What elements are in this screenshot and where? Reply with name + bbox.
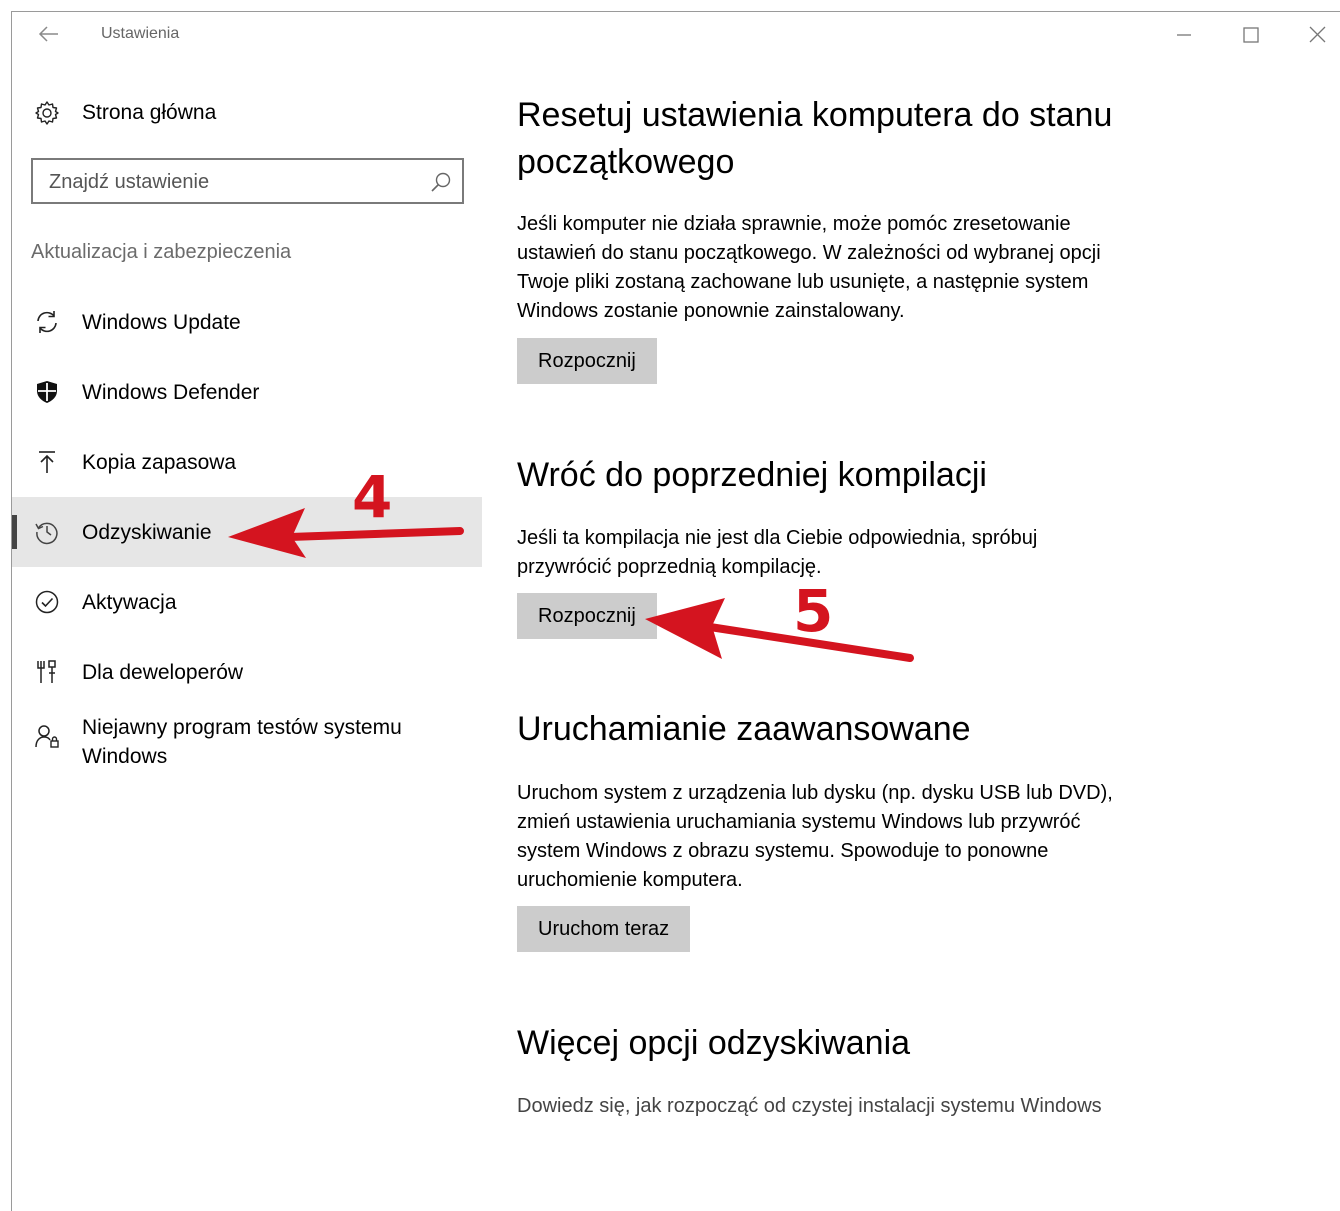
sidebar-item-label: Odzyskiwanie — [82, 520, 212, 544]
upload-arrow-icon — [34, 449, 60, 475]
section-title: Aktualizacja i zabezpieczenia — [31, 241, 292, 263]
reset-title: Resetuj ustawienia komputera do stanu po… — [517, 92, 1177, 186]
maximize-icon — [1243, 27, 1259, 43]
more-options-title: Więcej opcji odzyskiwania — [517, 1024, 911, 1062]
sidebar-item-label: Kopia zapasowa — [82, 450, 237, 474]
sidebar-item-recovery[interactable]: Odzyskiwanie — [12, 497, 482, 567]
sidebar-item-developers[interactable]: Dla deweloperów — [12, 637, 482, 707]
sidebar-item-activation[interactable]: Aktywacja — [12, 567, 482, 637]
sidebar-item-label: Dla deweloperów — [82, 660, 244, 684]
insider-icon — [34, 723, 60, 749]
check-circle-icon — [34, 589, 60, 615]
search-box[interactable] — [31, 158, 464, 204]
developer-tools-icon — [34, 659, 60, 685]
rollback-title: Wróć do poprzedniej kompilacji — [517, 456, 987, 494]
sidebar-item-label: Windows Defender — [82, 380, 260, 404]
reset-desc-line: Jeśli komputer nie działa sprawnie, może… — [517, 213, 1071, 235]
window-title: Ustawienia — [101, 25, 180, 42]
shield-icon — [34, 379, 60, 405]
sidebar-item-insider[interactable]: Niejawny program testów systemu Windows — [12, 707, 482, 781]
reset-desc-line: Windows zostanie ponownie zainstalowany. — [517, 300, 905, 322]
sidebar-item-label: Windows Update — [82, 310, 241, 334]
history-icon — [34, 519, 60, 545]
advanced-startup-title: Uruchamianie zaawansowane — [517, 710, 971, 748]
restart-now-button[interactable]: Uruchom teraz — [517, 906, 691, 952]
sidebar-item-backup[interactable]: Kopia zapasowa — [12, 427, 482, 497]
reset-description: Jeśli komputer nie działa sprawnie, może… — [517, 210, 1177, 326]
advanced-desc-line: system Windows z obrazu systemu. Spowodu… — [517, 840, 1049, 862]
reset-desc-line: ustawień do stanu początkowego. W zależn… — [517, 242, 1101, 264]
sidebar-item-label: Aktywacja — [82, 590, 177, 614]
minimize-icon — [1177, 34, 1191, 36]
gear-icon — [34, 100, 60, 126]
rollback-description: Jeśli ta kompilacja nie jest dla Ciebie … — [517, 524, 1177, 582]
back-arrow-icon — [38, 26, 58, 42]
insider-label-line2: Windows — [82, 745, 168, 768]
sidebar-item-windows-defender[interactable]: Windows Defender — [12, 357, 482, 427]
home-label: Strona główna — [82, 101, 217, 124]
search-input[interactable] — [47, 168, 421, 196]
advanced-desc-line: zmień ustawienia uruchamiania systemu Wi… — [517, 811, 1081, 833]
clean-install-link[interactable]: Dowiedz się, jak rozpocząć od czystej in… — [517, 1092, 1102, 1121]
sidebar-item-label: Niejawny program testów systemu Windows — [82, 713, 402, 771]
reset-title-line1: Resetuj ustawienia komputera do stanu — [517, 96, 1113, 134]
minimize-button[interactable] — [1163, 22, 1203, 48]
reset-desc-line: Twoje pliki zostaną zachowane lub usunię… — [517, 271, 1089, 293]
insider-label-line1: Niejawny program testów systemu — [82, 716, 402, 739]
rollback-desc-line: Jeśli ta kompilacja nie jest dla Ciebie … — [517, 527, 1038, 549]
sidebar-item-windows-update[interactable]: Windows Update — [12, 287, 482, 357]
advanced-desc-line: uruchomienie komputera. — [517, 869, 743, 891]
rollback-start-button[interactable]: Rozpocznij — [517, 593, 657, 639]
back-button[interactable] — [36, 24, 60, 44]
advanced-startup-description: Uruchom system z urządzenia lub dysku (n… — [517, 779, 1177, 895]
settings-window: Ustawienia Strona główna Znajdź ustawien… — [11, 11, 1340, 1211]
advanced-desc-line: Uruchom system z urządzenia lub dysku (n… — [517, 782, 1113, 804]
sidebar-nav: Windows Update Windows Defender Kopia za… — [12, 287, 482, 781]
reset-title-line2: początkowego — [517, 143, 735, 181]
home-link[interactable]: Strona główna — [34, 96, 474, 130]
maximize-button[interactable] — [1230, 22, 1270, 48]
close-button[interactable] — [1297, 22, 1337, 48]
rollback-desc-line: przywrócić poprzednią kompilację. — [517, 556, 822, 578]
reset-start-button[interactable]: Rozpocznij — [517, 338, 657, 384]
sync-icon — [34, 309, 60, 335]
title-bar: Ustawienia — [12, 12, 1340, 56]
close-icon — [1309, 26, 1326, 43]
search-icon[interactable] — [430, 171, 452, 193]
